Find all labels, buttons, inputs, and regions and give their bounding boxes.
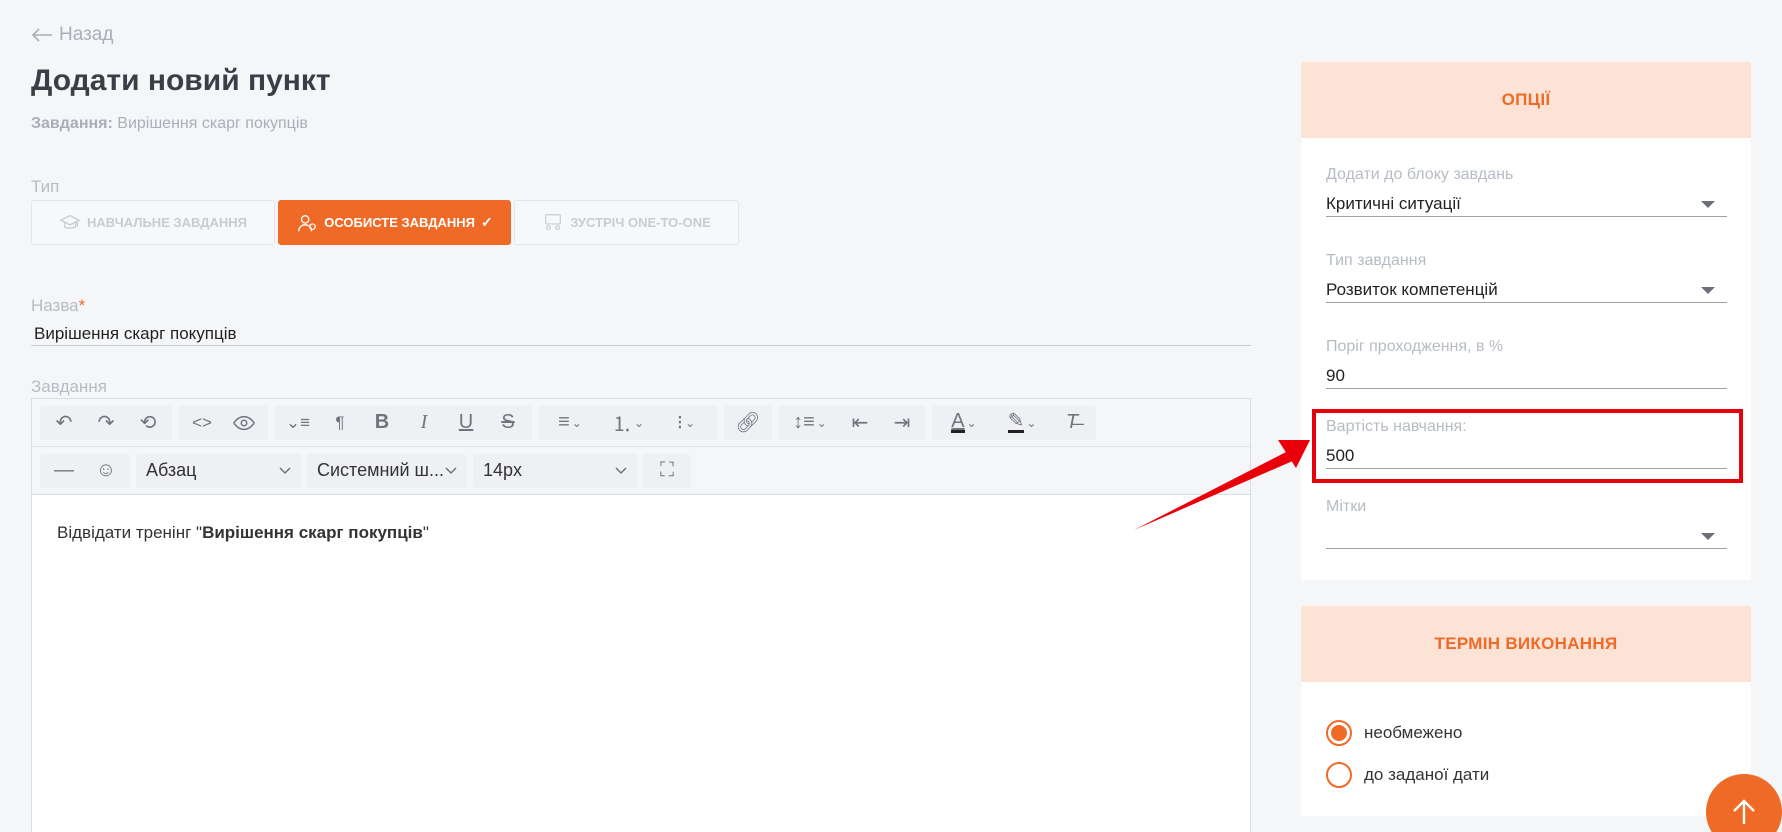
highlight-color-icon[interactable]: ✎ ⌄ [994, 406, 1050, 440]
chevron-down-icon [279, 466, 291, 474]
clear-format-icon[interactable]: T̶ [1052, 406, 1092, 440]
content-suffix: " [422, 523, 429, 542]
undo-icon[interactable]: ↶ [44, 406, 84, 440]
editor-toolbar-row-1: ↶ ↷ ⟲ <> ⌄≡ ¶ B I U S ≡ ⌄ ⒈ ⌄ ⁝ ⌄ 🔗︎ ↕≡ ⌄ [32, 399, 1250, 447]
back-link[interactable]: Назад [31, 24, 113, 46]
fullscreen-icon[interactable]: ⛶ [647, 454, 687, 488]
emoji-icon[interactable]: ☺ [86, 454, 126, 488]
bold-icon[interactable]: B [362, 406, 402, 440]
name-input[interactable] [31, 322, 1251, 346]
italic-icon[interactable]: I [404, 406, 444, 440]
arrow-left-icon [31, 28, 52, 42]
line-spacing-icon[interactable]: ↕≡ ⌄ [782, 406, 838, 440]
font-family-select[interactable]: Системний ш... [307, 453, 467, 488]
name-label-text: Назва [31, 296, 79, 315]
block-label: Додати до блоку завдань [1326, 166, 1514, 183]
content-bold: Вирішення скарг покупців [202, 523, 423, 542]
rich-text-editor: ↶ ↷ ⟲ <> ⌄≡ ¶ B I U S ≡ ⌄ ⒈ ⌄ ⁝ ⌄ 🔗︎ ↕≡ ⌄ [31, 398, 1251, 832]
numbered-list-icon[interactable]: ⒈ ⌄ [600, 406, 656, 440]
font-family-value: Системний ш... [317, 460, 444, 480]
horizontal-line-icon[interactable]: — [44, 454, 84, 488]
editor-content[interactable]: Відвідати тренінг "Вирішення скарг покуп… [32, 495, 1250, 571]
history-icon[interactable]: ⟲ [128, 406, 168, 440]
person-target-icon [298, 214, 317, 231]
name-label: Назва* [31, 296, 85, 316]
radio-checked-icon [1326, 720, 1352, 746]
code-icon[interactable]: <> [182, 406, 222, 440]
underline-icon[interactable]: U [446, 406, 486, 440]
outdent-icon[interactable]: ⇤ [840, 406, 880, 440]
deadline-panel-title: Термін виконання [1301, 606, 1751, 682]
task-type-value: Розвиток компетенцій [1326, 280, 1498, 299]
dropdown-arrow-icon [1701, 286, 1715, 294]
threshold-label: Поріг проходження, в % [1326, 338, 1504, 355]
subtitle-key: Завдання: [31, 115, 113, 132]
dropdown-arrow-icon [1701, 200, 1715, 208]
bullet-list-icon[interactable]: ⁝ ⌄ [658, 406, 714, 440]
dropdown-arrow-icon [1701, 532, 1715, 540]
redo-icon[interactable]: ↷ [86, 406, 126, 440]
back-label: Назад [59, 24, 114, 45]
eye-icon[interactable] [224, 406, 264, 440]
link-icon[interactable]: 🔗︎ [728, 406, 768, 440]
threshold-field[interactable]: Поріг проходження, в % 90 [1326, 338, 1727, 389]
deadline-panel: Термін виконання необмежено до заданої д… [1301, 606, 1751, 816]
task-label: Завдання [31, 377, 107, 396]
chevron-down-icon [445, 466, 457, 474]
editor-toolbar-row-2: — ☺ Абзац Системний ш... 14px ⛶ [32, 447, 1250, 495]
chevron-down-icon [615, 466, 627, 474]
type-selector: Навчальне завдання Особисте завдання ✓ З… [31, 200, 739, 245]
type-button-meeting[interactable]: Зустріч one-to-one [514, 200, 739, 245]
threshold-value: 90 [1326, 366, 1345, 385]
block-format-value: Абзац [146, 460, 197, 480]
font-size-value: 14px [483, 460, 523, 480]
block-value: Критичні ситуації [1326, 194, 1461, 213]
required-mark: * [78, 296, 86, 315]
content-prefix: Відвідати тренінг " [57, 523, 203, 542]
arrow-up-icon [1733, 799, 1755, 824]
type-button-personal-label: Особисте завдання [324, 215, 476, 230]
indent-icon[interactable]: ⇥ [882, 406, 922, 440]
tags-label: Мітки [1326, 498, 1367, 515]
font-size-select[interactable]: 14px [473, 453, 637, 488]
meeting-icon [545, 213, 562, 230]
type-button-personal[interactable]: Особисте завдання ✓ [278, 200, 511, 245]
radio-due-date-label: до заданої дати [1364, 765, 1490, 784]
align-icon[interactable]: ≡ ⌄ [542, 406, 598, 440]
radio-unchecked-icon [1326, 762, 1352, 788]
paragraph-icon[interactable]: ¶ [320, 406, 360, 440]
block-format-select[interactable]: Абзац [136, 453, 301, 488]
block-field[interactable]: Додати до блоку завдань Критичні ситуаці… [1326, 166, 1727, 217]
task-type-label: Тип завдання [1326, 252, 1427, 269]
type-button-meeting-label: Зустріч one-to-one [570, 215, 711, 230]
page-title: Додати новий пункт [31, 64, 331, 97]
page-subtitle: Завдання: Вирішення скарг покупців [31, 115, 308, 133]
cost-field-highlight [1312, 409, 1743, 483]
graduation-cap-icon [59, 214, 81, 229]
options-panel: Опції Додати до блоку завдань Критичні с… [1301, 62, 1751, 580]
type-label: Тип [31, 177, 60, 196]
type-button-learning[interactable]: Навчальне завдання [31, 200, 275, 245]
text-color-icon[interactable]: A ⌄ [936, 406, 992, 440]
subtitle-value: Вирішення скарг покупців [117, 115, 308, 132]
radio-unlimited[interactable]: необмежено [1326, 720, 1462, 746]
options-panel-title: Опції [1301, 62, 1751, 138]
type-button-learning-label: Навчальне завдання [86, 215, 247, 230]
strikethrough-icon[interactable]: S [488, 406, 528, 440]
task-type-field[interactable]: Тип завдання Розвиток компетенцій [1326, 252, 1727, 303]
tags-field[interactable]: Мітки [1326, 498, 1727, 549]
check-icon: ✓ [481, 214, 493, 230]
line-height-icon[interactable]: ⌄≡ [278, 406, 318, 440]
radio-unlimited-label: необмежено [1364, 723, 1463, 742]
radio-due-date[interactable]: до заданої дати [1326, 762, 1489, 788]
